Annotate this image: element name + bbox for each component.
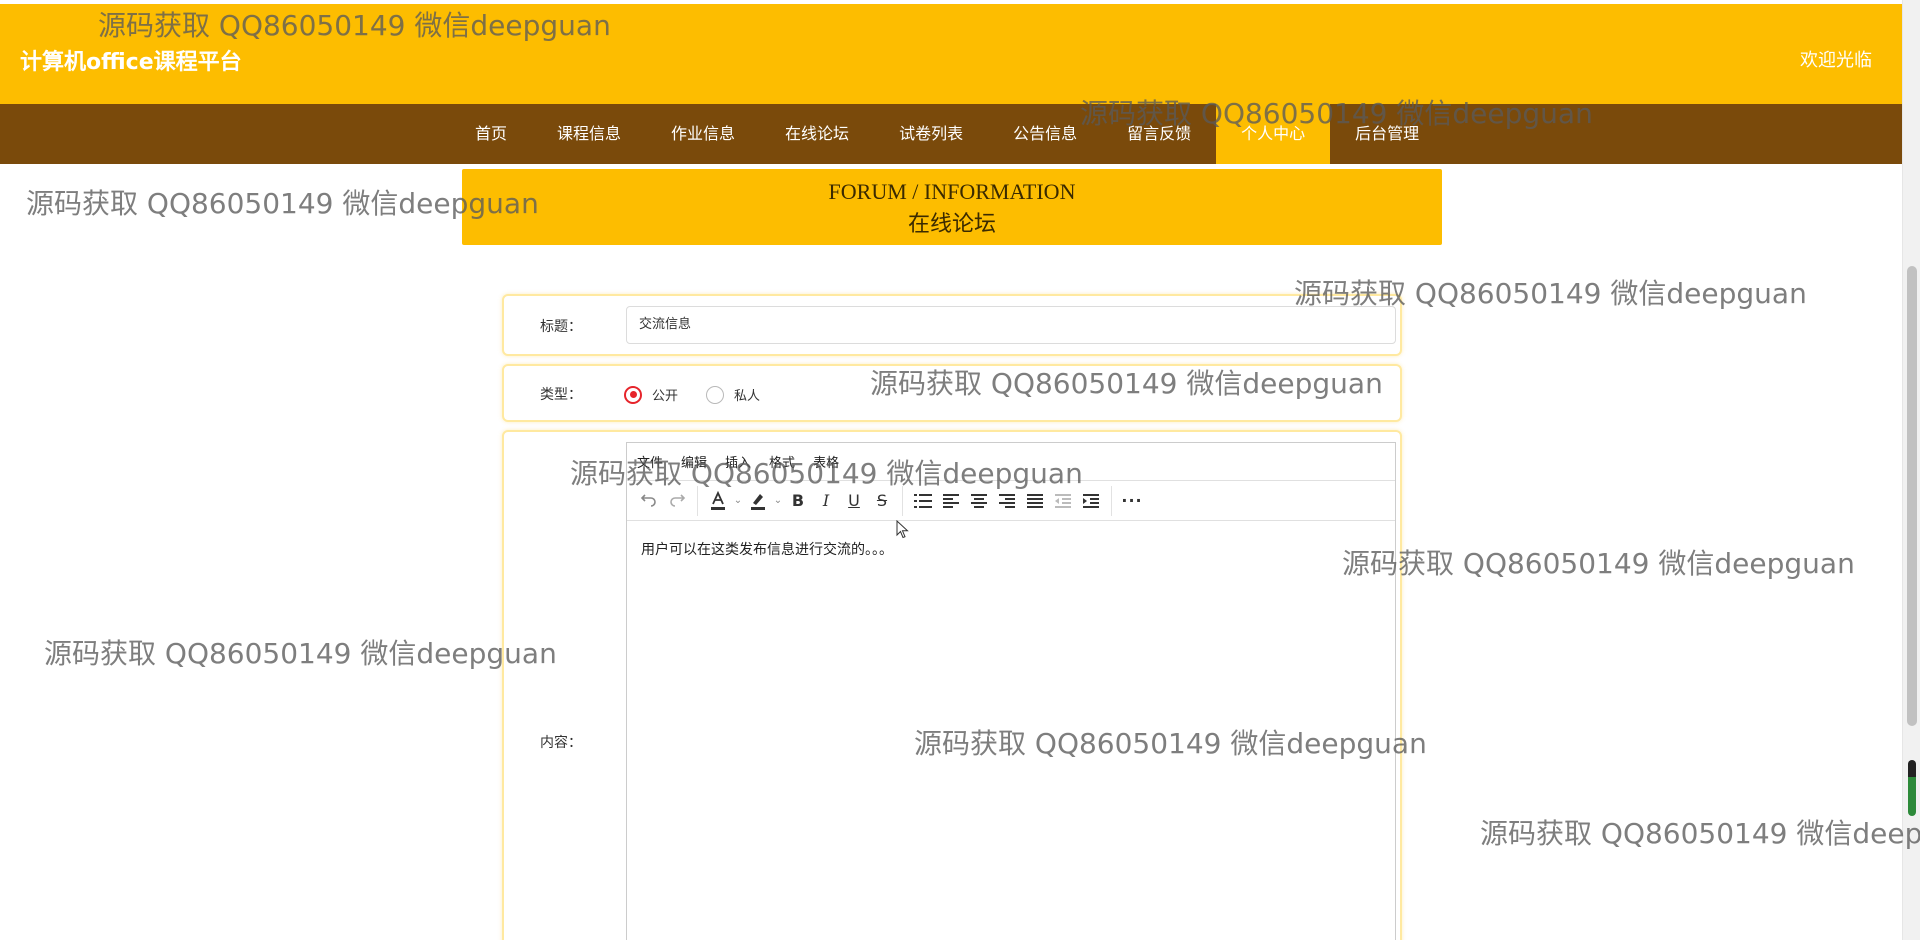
nav-item-feedback[interactable]: 留言反馈 [1102, 104, 1216, 164]
type-form-row: 类型： 公开 私人 [502, 364, 1402, 422]
section-banner: FORUM / INFORMATION 在线论坛 [462, 169, 1442, 245]
radio-public[interactable]: 公开 [624, 385, 678, 404]
nav-item-notices[interactable]: 公告信息 [988, 104, 1102, 164]
menu-file[interactable]: 文件 [637, 452, 663, 471]
menu-edit[interactable]: 编辑 [681, 452, 707, 471]
underline-icon[interactable]: U [840, 487, 868, 515]
italic-icon[interactable]: I [812, 487, 840, 515]
menu-insert[interactable]: 插入 [725, 452, 751, 471]
nav-item-courses[interactable]: 课程信息 [532, 104, 646, 164]
editor-content[interactable]: 用户可以在这类发布信息进行交流的。。。 [627, 521, 1395, 577]
radio-private-label: 私人 [734, 389, 761, 404]
numbered-list-icon[interactable] [909, 487, 937, 515]
nav-item-exams[interactable]: 试卷列表 [874, 104, 988, 164]
align-center-icon[interactable] [965, 487, 993, 515]
content-form-row: 内容： 文件 编辑 插入 格式 表格 ⌄ ⌄ B I U S ··· 用户可以在… [502, 430, 1402, 940]
undo-icon[interactable] [635, 487, 663, 515]
watermark: 源码获取 QQ86050149 微信deepguan [1342, 547, 1855, 580]
banner-title-en: FORUM / INFORMATION [828, 179, 1076, 204]
content-label: 内容： [540, 735, 582, 751]
editor-toolbar: ⌄ ⌄ B I U S ··· [627, 481, 1395, 521]
radio-private[interactable]: 私人 [706, 385, 760, 404]
bold-icon[interactable]: B [784, 487, 812, 515]
main-nav: 首页 课程信息 作业信息 在线论坛 试卷列表 公告信息 留言反馈 个人中心 后台… [0, 104, 1902, 164]
page-scrollbar[interactable] [1902, 0, 1920, 940]
chevron-down-icon[interactable]: ⌄ [772, 495, 784, 506]
nav-item-profile[interactable]: 个人中心 [1216, 104, 1331, 164]
nav-item-admin[interactable]: 后台管理 [1330, 104, 1444, 164]
highlight-color-icon[interactable] [744, 487, 772, 515]
radio-circle-private [706, 385, 724, 404]
title-label: 标题： [540, 319, 582, 335]
align-right-icon[interactable] [993, 487, 1021, 515]
site-header: 计算机office课程平台 欢迎光临 [0, 4, 1902, 104]
menu-format[interactable]: 格式 [769, 452, 795, 471]
rich-text-editor: 文件 编辑 插入 格式 表格 ⌄ ⌄ B I U S ··· 用户可以在这类发布… [626, 442, 1396, 940]
site-title: 计算机office课程平台 [20, 50, 242, 75]
scrollbar-thumb[interactable] [1907, 266, 1917, 726]
nav-item-home[interactable]: 首页 [450, 104, 532, 164]
nav-item-homework[interactable]: 作业信息 [646, 104, 760, 164]
banner-title-cn: 在线论坛 [907, 211, 996, 236]
menu-table[interactable]: 表格 [813, 452, 839, 471]
editor-menubar: 文件 编辑 插入 格式 表格 [627, 443, 1395, 481]
toolbar-divider [697, 485, 698, 516]
nav-item-forum[interactable]: 在线论坛 [760, 104, 874, 164]
toolbar-divider [902, 485, 903, 516]
outdent-icon[interactable] [1049, 487, 1077, 515]
welcome-text: 欢迎光临 [1800, 50, 1872, 71]
watermark: 源码获取 QQ86050149 微信deepguan [1480, 817, 1920, 850]
watermark: 源码获取 QQ86050149 微信deepguan [44, 637, 557, 670]
title-input[interactable]: 交流信息 [626, 306, 1396, 344]
radio-circle-public [624, 385, 642, 404]
radio-public-label: 公开 [652, 389, 679, 404]
redo-icon[interactable] [663, 487, 691, 515]
scroll-indicator [1908, 760, 1916, 816]
toolbar-divider [1111, 485, 1112, 516]
type-label: 类型： [540, 387, 582, 403]
mouse-cursor-icon [896, 519, 910, 544]
strikethrough-icon[interactable]: S [868, 487, 896, 515]
align-left-icon[interactable] [937, 487, 965, 515]
radio-dot [629, 391, 637, 398]
chevron-down-icon[interactable]: ⌄ [732, 495, 744, 506]
font-color-icon[interactable] [704, 487, 732, 515]
title-form-row: 标题： 交流信息 [502, 294, 1402, 356]
indent-icon[interactable] [1077, 487, 1105, 515]
more-icon[interactable]: ··· [1118, 487, 1146, 515]
nav-list: 首页 课程信息 作业信息 在线论坛 试卷列表 公告信息 留言反馈 个人中心 后台… [450, 104, 1444, 164]
justify-icon[interactable] [1021, 487, 1049, 515]
